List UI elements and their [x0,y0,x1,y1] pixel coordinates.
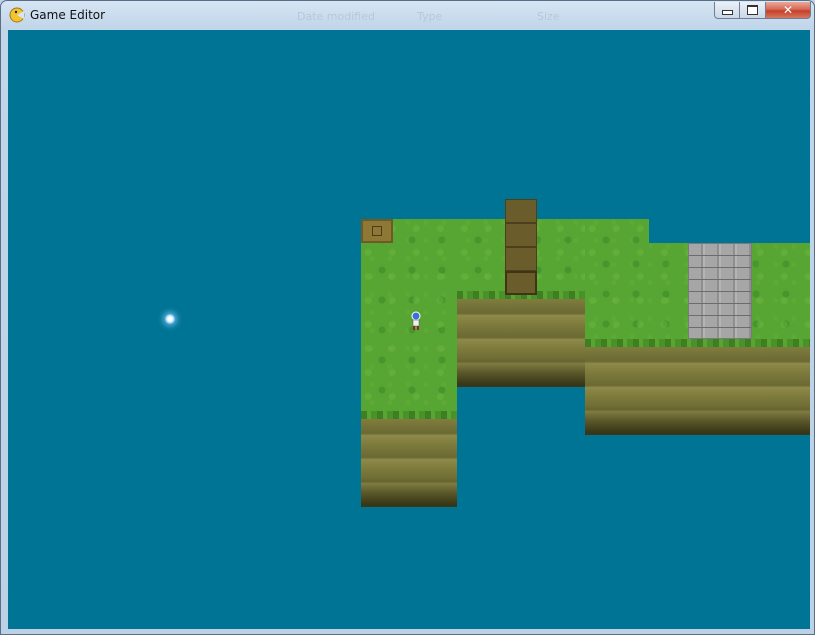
light-orb[interactable] [165,314,175,324]
minimize-icon [721,10,733,15]
dirt-path [505,271,537,295]
crate [361,219,393,243]
maximize-icon [747,5,758,15]
ghost-column-size: Size [537,10,560,23]
stone-floor [688,243,752,339]
game-editor-app-icon[interactable] [9,7,25,23]
close-button[interactable]: ✕ [766,2,811,19]
dirt-path [505,199,537,223]
dirt-path [505,247,537,271]
cliff-wall [457,291,585,387]
title-bar[interactable]: Date modified Type Size Game Editor ✕ [1,1,814,29]
window-title: Game Editor [30,8,106,22]
map-canvas[interactable] [8,30,810,629]
cliff-edge [361,411,457,419]
close-icon: ✕ [782,3,794,17]
dirt-path [505,223,537,247]
ghost-column-date: Date modified [297,10,375,23]
cliff-edge [585,339,810,347]
maximize-button[interactable] [740,2,766,19]
grass-area [361,219,457,413]
game-editor-window: Date modified Type Size Game Editor ✕ [0,0,815,635]
grass-area [585,219,649,249]
cliff-wall [361,411,457,507]
cliff-wall [585,339,810,435]
minimize-button[interactable] [714,2,740,19]
player-character[interactable] [410,311,422,331]
ghost-column-type: Type [417,10,443,23]
window-controls: ✕ [714,2,811,20]
